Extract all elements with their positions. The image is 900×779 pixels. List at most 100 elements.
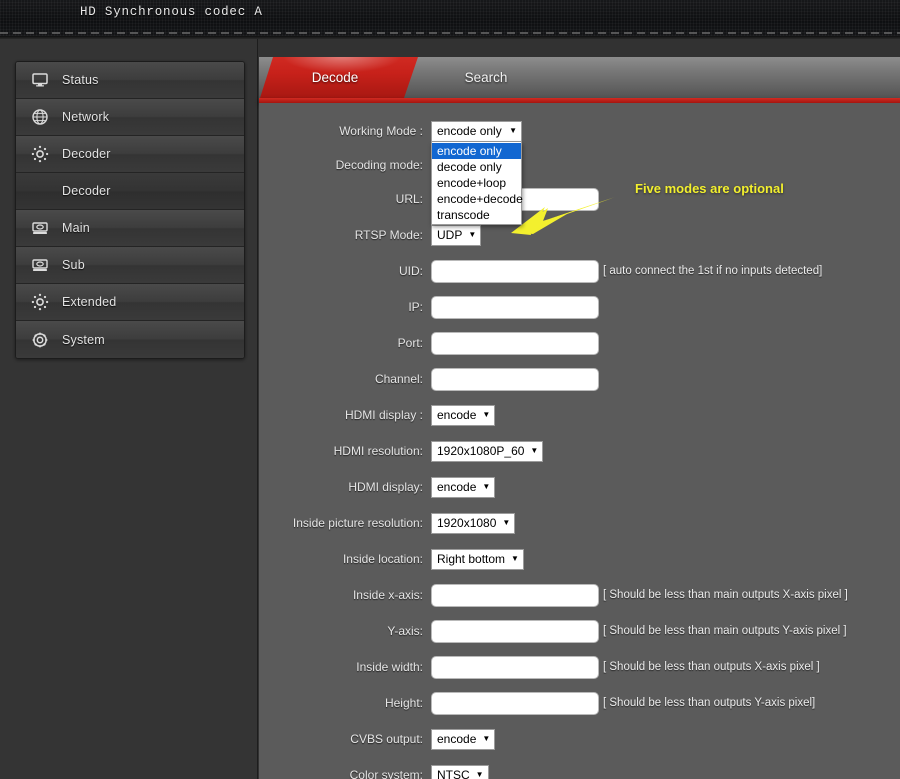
- label-y-axis: Y-axis:: [387, 624, 423, 638]
- sidebar-nav: Status Network Decoder Decoder Main Sub …: [15, 61, 245, 359]
- working-mode-option[interactable]: transcode: [432, 207, 521, 223]
- globe-icon: [30, 107, 50, 127]
- sidebar-item-label: Decoder: [62, 184, 111, 198]
- ip-input[interactable]: [431, 295, 599, 319]
- label-inside-x-axis: Inside x-axis:: [352, 588, 423, 602]
- label-hdmi-resolution: HDMI resolution:: [333, 444, 423, 458]
- row-channel: Channel:: [259, 365, 900, 393]
- chevron-down-icon: ▼: [509, 126, 517, 135]
- hdmi-display-1-select[interactable]: encode ▼: [431, 404, 496, 426]
- label-hdmi-display-1: HDMI display :: [344, 408, 423, 422]
- hdmi-display-2-select[interactable]: encode ▼: [431, 476, 496, 498]
- label-hdmi-display-2: HDMI display:: [348, 480, 423, 494]
- label-channel: Channel:: [374, 372, 423, 386]
- tab-label: Decode: [311, 70, 359, 85]
- label-uid: UID:: [399, 264, 423, 278]
- tab-decode[interactable]: Decode: [260, 57, 418, 98]
- title-bar-divider: [0, 32, 900, 34]
- inside-picture-resolution-value: 1920x1080: [437, 516, 497, 530]
- row-working-mode: Working Mode : encode only ▼ encode only…: [259, 117, 900, 225]
- sidebar-item-decoder[interactable]: Decoder: [16, 136, 244, 173]
- sidebar-item-label: Decoder: [62, 147, 111, 161]
- inside-location-value: Right bottom: [437, 552, 506, 566]
- cvbs-output-select[interactable]: encode ▼: [431, 728, 496, 750]
- label-color-system: Color system:: [349, 768, 423, 779]
- working-mode-option[interactable]: decode only: [432, 159, 521, 175]
- chevron-down-icon: ▼: [482, 734, 491, 743]
- sidebar-item-sub[interactable]: Sub: [16, 247, 244, 284]
- label-height: Height:: [384, 696, 423, 710]
- tab-label: Search: [464, 70, 508, 85]
- row-height: Height: [ Should be less than outputs Y-…: [259, 689, 900, 717]
- content-panel: Decode Search Five modes are optional Wo…: [259, 57, 900, 779]
- working-mode-options-list[interactable]: encode only decode only encode+loop enco…: [431, 141, 523, 225]
- sidebar-item-status[interactable]: Status: [16, 62, 244, 99]
- row-inside-x-axis: Inside x-axis: [ Should be less than mai…: [259, 581, 900, 609]
- row-cvbs-output: CVBS output: encode ▼: [259, 725, 900, 753]
- row-ip: IP:: [259, 293, 900, 321]
- cvbs-output-value: encode: [437, 732, 477, 746]
- channel-input[interactable]: [431, 367, 599, 391]
- gear-dots-icon: [30, 292, 50, 312]
- working-mode-option[interactable]: encode+loop: [432, 175, 521, 191]
- label-rtsp-mode: RTSP Mode:: [354, 228, 423, 242]
- sidebar-item-extended[interactable]: Extended: [16, 284, 244, 321]
- row-port: Port:: [259, 329, 900, 357]
- row-color-system: Color system: NTSC ▼: [259, 761, 900, 779]
- working-mode-select[interactable]: encode only ▼: [431, 120, 522, 142]
- title-bar: HD Synchronous codec A: [0, 0, 900, 36]
- tab-search[interactable]: Search: [421, 57, 551, 98]
- annotation-arrow-icon: [511, 197, 615, 235]
- color-system-select[interactable]: NTSC ▼: [431, 764, 489, 779]
- label-inside-picture-resolution: Inside picture resolution:: [292, 516, 423, 530]
- y-axis-input[interactable]: [431, 619, 599, 643]
- rtsp-mode-select[interactable]: UDP ▼: [431, 224, 482, 246]
- row-hdmi-resolution: HDMI resolution: 1920x1080P_60 ▼: [259, 437, 900, 465]
- label-inside-location: Inside location:: [342, 552, 423, 566]
- chevron-down-icon: ▼: [511, 554, 519, 563]
- inside-picture-resolution-select[interactable]: 1920x1080 ▼: [431, 512, 516, 534]
- y-axis-hint: [ Should be less than main outputs Y-axi…: [603, 625, 847, 637]
- inside-x-axis-input[interactable]: [431, 583, 599, 607]
- uid-input[interactable]: [431, 259, 599, 283]
- height-input[interactable]: [431, 691, 599, 715]
- inside-width-hint: [ Should be less than outputs X-axis pix…: [603, 661, 820, 673]
- tab-strip: Decode Search: [259, 57, 900, 98]
- label-port: Port:: [397, 336, 423, 350]
- inside-x-axis-hint: [ Should be less than main outputs X-axi…: [603, 589, 848, 601]
- row-hdmi-display-2: HDMI display: encode ▼: [259, 473, 900, 501]
- device-icon: [30, 255, 50, 275]
- row-hdmi-display-1: HDMI display : encode ▼: [259, 401, 900, 429]
- window-title: HD Synchronous codec A: [80, 5, 263, 19]
- port-input[interactable]: [431, 331, 599, 355]
- row-uid: UID: [ auto connect the 1st if no inputs…: [259, 257, 900, 285]
- chevron-down-icon: ▼: [475, 770, 484, 779]
- hdmi-resolution-select[interactable]: 1920x1080P_60 ▼: [431, 440, 544, 462]
- chevron-down-icon: ▼: [468, 230, 477, 239]
- height-hint: [ Should be less than outputs Y-axis pix…: [603, 697, 816, 709]
- working-mode-option[interactable]: encode only: [432, 142, 521, 159]
- sidebar-item-label: Status: [62, 73, 99, 87]
- sidebar-item-label: System: [62, 332, 105, 347]
- sidebar-item-label: Sub: [62, 258, 85, 272]
- sidebar-item-main[interactable]: Main: [16, 210, 244, 247]
- chevron-down-icon: ▼: [530, 446, 539, 455]
- label-cvbs-output: CVBS output:: [350, 732, 423, 746]
- label-ip: IP:: [408, 300, 423, 314]
- sidebar-item-system[interactable]: System: [16, 321, 244, 358]
- label-working-mode: Working Mode :: [339, 124, 423, 138]
- label-decoding-mode: Decoding mode:: [335, 158, 423, 172]
- hdmi-resolution-value: 1920x1080P_60: [437, 444, 525, 458]
- sidebar-item-label: Network: [62, 110, 110, 124]
- row-decoding-mode: Decoding mode:: [259, 151, 900, 179]
- row-inside-picture-resolution: Inside picture resolution: 1920x1080 ▼: [259, 509, 900, 537]
- inside-location-select[interactable]: Right bottom ▼: [431, 548, 524, 570]
- working-mode-option[interactable]: encode+decode: [432, 191, 523, 207]
- sidebar-subitem-decoder[interactable]: Decoder: [16, 173, 244, 210]
- hdmi-display-2-value: encode: [437, 480, 477, 494]
- inside-width-input[interactable]: [431, 655, 599, 679]
- color-system-value: NTSC: [437, 768, 470, 779]
- row-y-axis: Y-axis: [ Should be less than main outpu…: [259, 617, 900, 645]
- gear-icon: [30, 330, 50, 350]
- sidebar-item-network[interactable]: Network: [16, 99, 244, 136]
